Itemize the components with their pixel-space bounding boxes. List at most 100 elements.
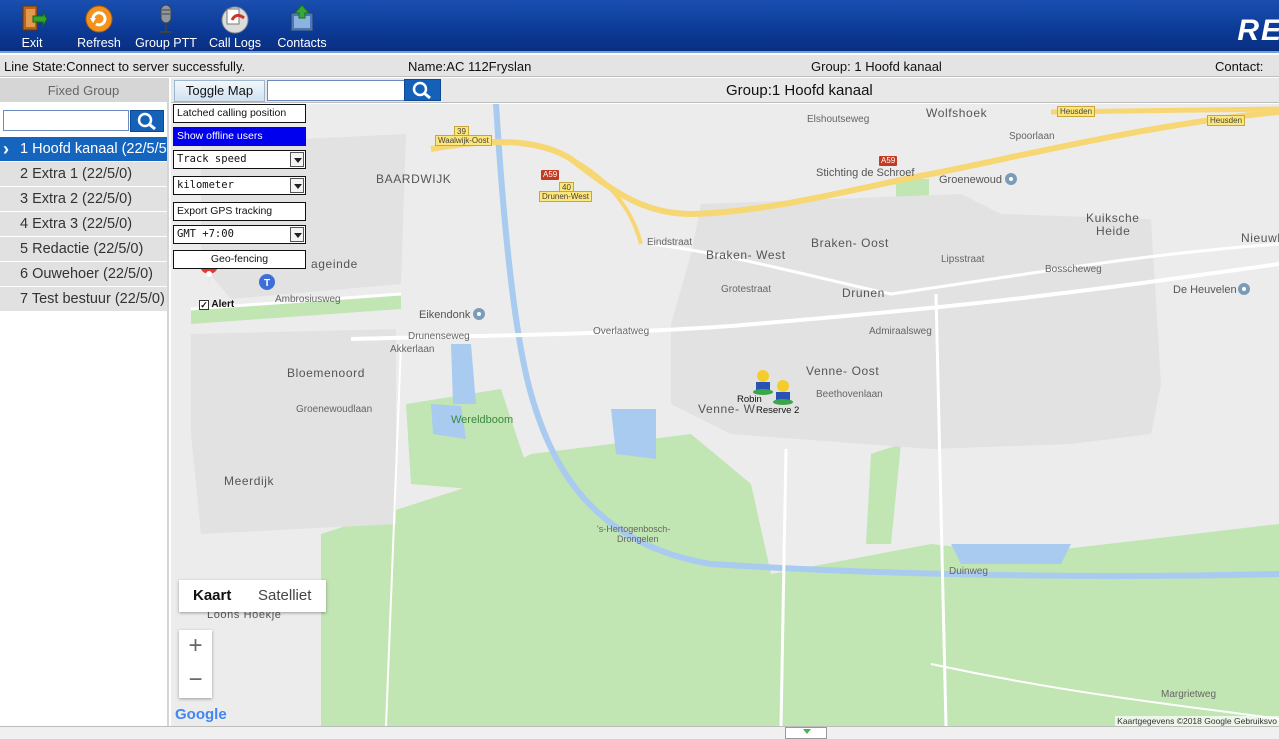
poi-label: Eikendonk [419, 309, 471, 321]
group-search-button[interactable] [130, 110, 164, 132]
exit-box: Heusden [1207, 115, 1246, 126]
poi-label: Stichting de Schroef [816, 167, 915, 179]
google-logo: Google [175, 706, 227, 723]
street-label: Grotestraat [721, 284, 772, 295]
poi-label: De Heuvelen [1173, 284, 1237, 296]
call-logs-button[interactable]: Call Logs [206, 2, 264, 52]
zoom-control: + − [179, 630, 212, 698]
contacts-button[interactable]: Contacts [274, 2, 330, 52]
refresh-button[interactable]: Refresh [76, 2, 122, 52]
group-list: › 1 Hoofd kanaal (22/5/5) 2 Extra 1 (22/5… [0, 137, 167, 311]
timezone-select[interactable]: GMT +7:00 [173, 225, 306, 244]
group-item-6[interactable]: 6 Ouwehoer (22/5/0) [0, 262, 167, 286]
dropdown-arrow-icon[interactable] [290, 152, 304, 167]
street-label: Lipsstraat [941, 254, 985, 265]
map-search-button[interactable] [404, 79, 441, 101]
street-label: Ambrosiusweg [275, 294, 341, 305]
road-badge: A59 [879, 156, 898, 166]
place-label: BAARDWIJK [376, 172, 452, 186]
splitter-handle[interactable] [785, 727, 827, 739]
street-label: Spoorlaan [1009, 131, 1055, 142]
call-logs-icon [220, 4, 250, 34]
map-view[interactable]: T Wolfshoek BAARDWIJK Braken- West Brake… [171, 104, 1279, 726]
export-gps-tracking-button[interactable]: Export GPS tracking [173, 202, 306, 221]
group-ptt-button[interactable]: Group PTT [134, 2, 198, 52]
search-icon [137, 112, 156, 131]
poi-groenewoud-icon [1005, 173, 1017, 185]
street-label: Elshoutseweg [807, 114, 870, 125]
street-label: Duinweg [949, 566, 988, 577]
toolbar: Exit Refresh Group PTT Call Logs Contact… [0, 0, 1279, 53]
map-type-kaart[interactable]: Kaart [193, 587, 231, 604]
geo-fencing-button[interactable]: Geo-fencing [173, 250, 306, 269]
exit-box: Drunen-West [539, 191, 592, 202]
street-label: Akkerlaan [390, 344, 435, 355]
group-item-4[interactable]: 4 Extra 3 (22/5/0) [0, 212, 167, 236]
zoom-in-button[interactable]: + [179, 630, 212, 664]
place-label: Kuiksche [1086, 211, 1140, 225]
microphone-icon [151, 4, 181, 34]
place-label: Wolfshoek [926, 106, 988, 120]
status-bar: Line State:Connect to server successfull… [0, 55, 1279, 77]
group-search [0, 108, 167, 138]
fixed-group-tab[interactable]: Fixed Group [0, 78, 167, 102]
place-label: Drunen [842, 286, 885, 300]
poi-eikendonk-icon [473, 308, 485, 320]
street-label: Groenewoudlaan [296, 404, 373, 415]
group-item-5[interactable]: 5 Redactie (22/5/0) [0, 237, 167, 261]
dropdown-arrow-icon[interactable] [290, 178, 304, 193]
group-item-3[interactable]: 3 Extra 2 (22/5/0) [0, 187, 167, 211]
map-group-title: Group:1 Hoofd kanaal [726, 82, 873, 99]
current-group-text: Group: 1 Hoofd kanaal [811, 59, 942, 74]
group-item-7[interactable]: 7 Test bestuur (22/5/0) [0, 287, 167, 311]
group-item-2[interactable]: 2 Extra 1 (22/5/0) [0, 162, 167, 186]
chevron-right-icon: › [3, 139, 9, 159]
street-label: Overlaatweg [593, 326, 650, 337]
contacts-icon [287, 4, 317, 34]
poi-de-heuvelen-icon [1238, 283, 1250, 295]
track-speed-select[interactable]: Track speed [173, 150, 306, 169]
group-panel: Fixed Group › 1 Hoofd kanaal (22/5/5) 2 E… [0, 78, 169, 739]
bottom-bar [0, 726, 1279, 739]
dropdown-arrow-icon[interactable] [290, 227, 304, 242]
toggle-map-button[interactable]: Toggle Map [174, 80, 265, 102]
place-label: Nieuwku [1241, 231, 1279, 245]
place-label: Braken- Oost [811, 236, 889, 250]
exit-button[interactable]: Exit [12, 2, 52, 52]
map-type-control: Kaart Satelliet [179, 580, 326, 612]
street-label: Drunenseweg [408, 331, 470, 342]
road-badge: A59 [541, 170, 560, 180]
street-label: 's-Hertogenbosch- [597, 524, 671, 534]
place-label: ageinde [311, 257, 358, 271]
user-label-reserve-2[interactable]: Reserve 2 [756, 405, 799, 416]
exit-box: Waalwijk-Oost [435, 135, 492, 146]
street-label: Drongelen [617, 534, 659, 544]
map-type-satelliet[interactable]: Satelliet [258, 587, 311, 604]
user-name-text: Name:AC 112Fryslan [408, 59, 532, 74]
line-state-text: Line State:Connect to server successfull… [4, 59, 246, 74]
refresh-icon [84, 4, 114, 34]
place-label: Bloemenoord [287, 366, 365, 380]
alert-toggle[interactable]: ✓ Alert [199, 299, 234, 310]
street-label: Bosscheweg [1045, 264, 1102, 275]
poi-label: Wereldboom [451, 414, 514, 426]
street-label: Margrietweg [1161, 689, 1217, 700]
google-logo-text: Google [175, 706, 227, 723]
latched-calling-position-button[interactable]: Latched calling position [173, 104, 306, 123]
poi-label: Groenewoud [939, 174, 1002, 186]
zoom-out-button[interactable]: − [179, 664, 212, 698]
exit-door-icon [17, 4, 48, 34]
street-label: Eindstraat [647, 237, 693, 248]
brand-logo: RE [1237, 14, 1279, 47]
group-search-input[interactable] [3, 110, 129, 131]
map-search-input[interactable] [267, 80, 405, 101]
user-label-robin[interactable]: Robin [737, 394, 762, 405]
triangle-down-icon [803, 729, 811, 734]
place-label: Braken- West [706, 248, 786, 262]
group-item-1[interactable]: › 1 Hoofd kanaal (22/5/5) [0, 137, 167, 161]
svg-text:T: T [264, 278, 270, 289]
alert-checkbox[interactable]: ✓ [199, 300, 209, 310]
distance-unit-select[interactable]: kilometer [173, 176, 306, 195]
show-offline-users-button[interactable]: Show offline users [173, 127, 306, 146]
street-label: Admiraalsweg [869, 326, 932, 337]
